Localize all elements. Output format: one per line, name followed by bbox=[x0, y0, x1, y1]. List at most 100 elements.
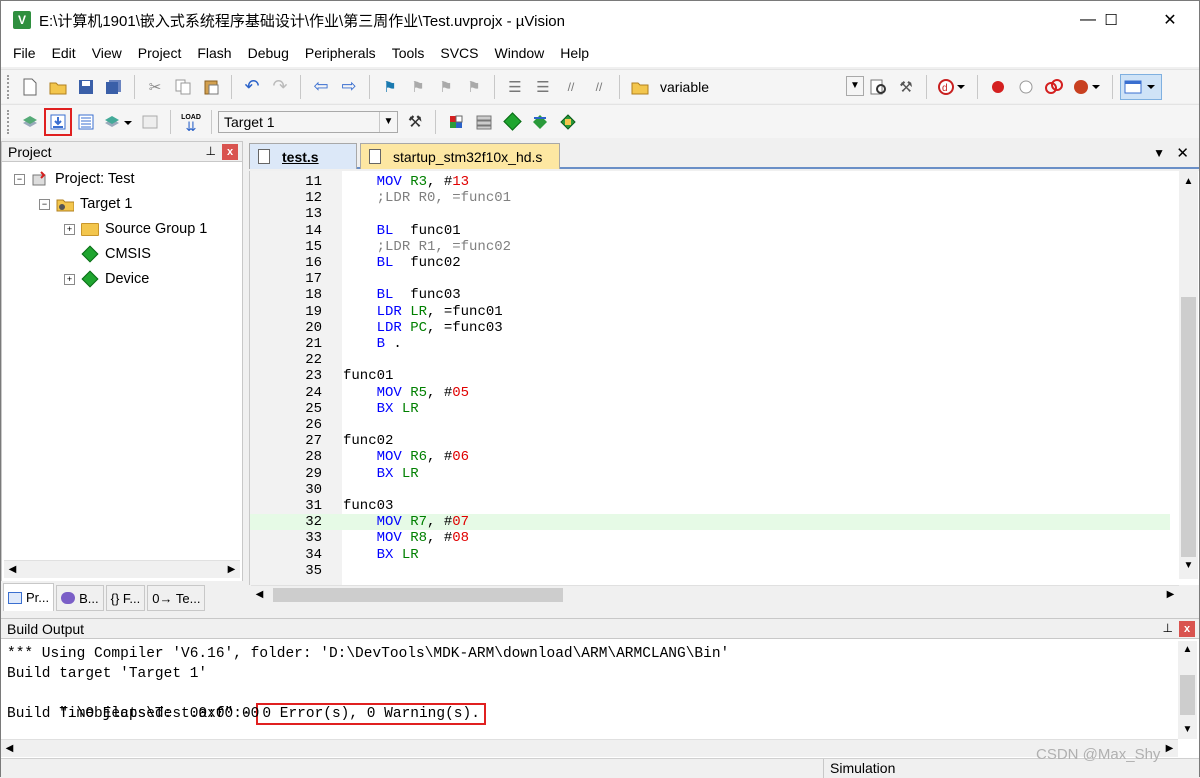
build-vertical-scrollbar[interactable]: ▲ ▼ bbox=[1178, 641, 1197, 739]
code-line[interactable]: 31 func03 bbox=[250, 498, 1170, 514]
code-line[interactable]: 25 BX LR bbox=[250, 401, 1170, 417]
expand-icon[interactable]: + bbox=[64, 223, 75, 235]
pin-icon[interactable]: ⊥ bbox=[206, 144, 216, 158]
toolbar-grip[interactable] bbox=[7, 74, 10, 99]
manage-project-items-icon[interactable] bbox=[443, 109, 469, 135]
tab-functions[interactable]: {} F... bbox=[105, 585, 146, 611]
open-folder-icon[interactable] bbox=[45, 74, 71, 100]
close-icon[interactable]: x bbox=[1179, 621, 1195, 637]
pin-icon[interactable]: ⊥ bbox=[1163, 621, 1173, 635]
stop-build-icon[interactable] bbox=[137, 109, 163, 135]
code-line[interactable]: 23 func01 bbox=[250, 368, 1170, 384]
navigate-forward-icon[interactable]: ⇨ bbox=[336, 74, 362, 100]
kill-breakpoints-icon[interactable] bbox=[1069, 74, 1105, 100]
menu-window[interactable]: Window bbox=[487, 45, 553, 61]
tab-project[interactable]: Pr... bbox=[3, 583, 55, 611]
menu-debug[interactable]: Debug bbox=[240, 45, 297, 61]
tree-item-project[interactable]: − Project: Test bbox=[14, 168, 135, 190]
paste-icon[interactable] bbox=[198, 74, 224, 100]
enable-breakpoint-icon[interactable] bbox=[1013, 74, 1039, 100]
code-line[interactable]: 29 BX LR bbox=[250, 466, 1170, 482]
menu-project[interactable]: Project bbox=[130, 45, 190, 61]
code-line[interactable]: 18 BL func03 bbox=[250, 287, 1170, 303]
code-line[interactable]: 17 bbox=[250, 271, 1170, 287]
prev-bookmark-icon[interactable]: ⚑ bbox=[405, 74, 431, 100]
tree-item-source-group[interactable]: + Source Group 1 bbox=[64, 218, 207, 240]
tab-books[interactable]: B... bbox=[56, 585, 104, 611]
code-line[interactable]: 30 bbox=[250, 482, 1170, 498]
window-layout-icon[interactable] bbox=[1120, 73, 1162, 100]
manage-rte-icon[interactable] bbox=[499, 109, 525, 135]
menu-tools[interactable]: Tools bbox=[384, 45, 433, 61]
code-line[interactable]: 14 BL func01 bbox=[250, 223, 1170, 239]
find-in-files-icon[interactable] bbox=[627, 74, 653, 100]
collapse-icon[interactable]: − bbox=[39, 198, 50, 210]
uncomment-icon[interactable]: // bbox=[586, 74, 612, 100]
menu-flash[interactable]: Flash bbox=[189, 45, 239, 61]
software-packs-icon[interactable] bbox=[555, 109, 581, 135]
unindent-icon[interactable]: ☰ bbox=[530, 74, 556, 100]
clear-bookmarks-icon[interactable]: ⚑ bbox=[461, 74, 487, 100]
code-line[interactable]: 11 MOV R3, #13 bbox=[250, 174, 1170, 190]
tree-item-cmsis[interactable]: CMSIS bbox=[81, 243, 151, 265]
batch-build-icon[interactable] bbox=[101, 109, 135, 135]
find-replace-icon[interactable]: ⚒ bbox=[893, 74, 919, 100]
menu-edit[interactable]: Edit bbox=[44, 45, 84, 61]
code-line[interactable]: 34 BX LR bbox=[250, 547, 1170, 563]
target-select[interactable]: Target 1 ▼ bbox=[218, 110, 398, 133]
scroll-thumb[interactable] bbox=[1181, 297, 1196, 573]
code-line[interactable]: 24 MOV R5, #05 bbox=[250, 385, 1170, 401]
scroll-up-icon[interactable]: ▲ bbox=[1179, 641, 1196, 658]
code-line[interactable]: 27 func02 bbox=[250, 433, 1170, 449]
scroll-left-icon[interactable]: ◀ bbox=[4, 561, 21, 578]
code-line[interactable]: 22 bbox=[250, 352, 1170, 368]
code-line[interactable]: 19 LDR LR, =func01 bbox=[250, 304, 1170, 320]
tab-startup-file[interactable]: startup_stm32f10x_hd.s bbox=[360, 143, 560, 169]
code-line[interactable]: 32 MOV R7, #07 bbox=[250, 514, 1170, 531]
download-load-icon[interactable]: LOAD ⇊ bbox=[178, 109, 204, 135]
code-line[interactable]: 16 BL func02 bbox=[250, 255, 1170, 271]
code-line[interactable]: 13 bbox=[250, 206, 1170, 222]
tab-templates[interactable]: 0→ Te... bbox=[147, 585, 206, 611]
code-line[interactable]: 21 B . bbox=[250, 336, 1170, 352]
editor-vertical-scrollbar[interactable]: ▲ ▼ bbox=[1179, 171, 1198, 579]
scroll-thumb[interactable] bbox=[273, 588, 563, 602]
cut-icon[interactable]: ✂ bbox=[142, 74, 168, 100]
scroll-right-icon[interactable]: ▶ bbox=[1161, 740, 1178, 757]
scroll-left-icon[interactable]: ◀ bbox=[1, 740, 18, 757]
menu-peripherals[interactable]: Peripherals bbox=[297, 45, 384, 61]
scroll-down-icon[interactable]: ▼ bbox=[1180, 557, 1197, 574]
project-horizontal-scrollbar[interactable]: ◀ ▶ bbox=[4, 560, 240, 578]
tab-test-s[interactable]: test.s bbox=[249, 143, 357, 169]
save-icon[interactable] bbox=[73, 74, 99, 100]
scroll-down-icon[interactable]: ▼ bbox=[1179, 721, 1196, 738]
comment-icon[interactable]: // bbox=[558, 74, 584, 100]
code-line[interactable]: 26 bbox=[250, 417, 1170, 433]
copy-icon[interactable] bbox=[170, 74, 196, 100]
scroll-left-icon[interactable]: ◀ bbox=[251, 586, 268, 603]
code-line[interactable]: 20 LDR PC, =func03 bbox=[250, 320, 1170, 336]
chevron-down-icon[interactable]: ▼ bbox=[379, 111, 397, 132]
incremental-find-icon[interactable] bbox=[865, 74, 891, 100]
scroll-right-icon[interactable]: ▶ bbox=[223, 561, 240, 578]
code-editor[interactable]: 11 MOV R3, #13 12 ;LDR R0, =func01 13 14 BL… bbox=[249, 171, 1199, 585]
scroll-right-icon[interactable]: ▶ bbox=[1162, 586, 1179, 603]
maximize-button[interactable]: ☐ bbox=[1088, 1, 1134, 39]
find-combo[interactable]: variable ▼ bbox=[654, 75, 864, 98]
bookmark-icon[interactable]: ⚑ bbox=[377, 74, 403, 100]
rebuild-icon[interactable] bbox=[73, 109, 99, 135]
close-editor-icon[interactable]: ✕ bbox=[1176, 144, 1189, 162]
code-line[interactable]: 33 MOV R8, #08 bbox=[250, 530, 1170, 546]
pack-installer-icon[interactable] bbox=[527, 109, 553, 135]
build-horizontal-scrollbar[interactable]: ◀ ▶ bbox=[1, 739, 1178, 757]
code-line[interactable]: 12 ;LDR R0, =func01 bbox=[250, 190, 1170, 206]
tree-item-device[interactable]: + Device bbox=[64, 268, 149, 290]
translate-icon[interactable] bbox=[17, 109, 43, 135]
select-packs-icon[interactable] bbox=[471, 109, 497, 135]
insert-breakpoint-icon[interactable] bbox=[985, 74, 1011, 100]
menu-svcs[interactable]: SVCS bbox=[432, 45, 486, 61]
disable-breakpoints-icon[interactable] bbox=[1041, 74, 1067, 100]
code-line[interactable]: 28 MOV R6, #06 bbox=[250, 449, 1170, 465]
close-icon[interactable]: x bbox=[222, 144, 238, 160]
next-bookmark-icon[interactable]: ⚑ bbox=[433, 74, 459, 100]
